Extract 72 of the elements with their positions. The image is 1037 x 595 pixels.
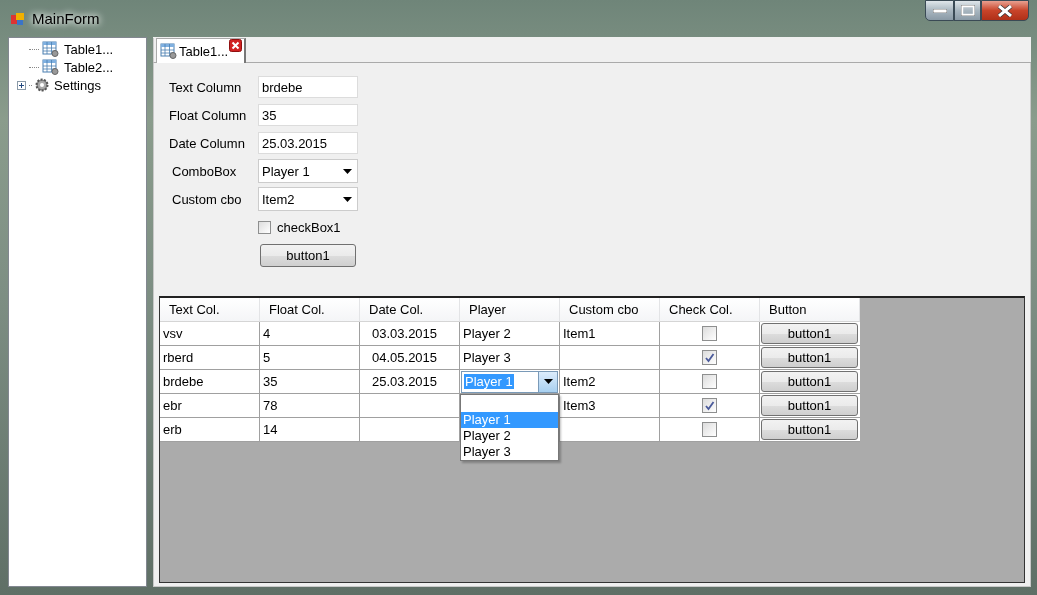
tab[interactable]: Table1... — [156, 38, 247, 63]
close-button[interactable] — [981, 0, 1029, 21]
close-icon[interactable] — [229, 39, 243, 52]
tree-item[interactable]: Table2... — [62, 59, 116, 75]
table-cell: 14 — [263, 422, 278, 437]
table-cell: Player 3 — [463, 350, 511, 365]
dropdown-arrow-icon — [343, 196, 352, 202]
column-header[interactable]: Player — [460, 298, 560, 322]
dropdown-arrow-icon — [343, 168, 352, 174]
button[interactable]: button1 — [761, 395, 858, 416]
table-icon — [160, 43, 177, 59]
table-cell: vsv — [163, 326, 183, 341]
window-title: MainForm — [32, 10, 100, 27]
table-cell: 03.03.2015 — [372, 326, 438, 341]
table-cell: rberd — [163, 350, 194, 365]
maximize-button[interactable] — [954, 0, 981, 21]
input-field[interactable]: 25.03.2015 — [258, 132, 358, 154]
field-label: Custom cbo — [171, 191, 243, 207]
checkbox[interactable] — [702, 422, 717, 437]
column-header[interactable]: Custom cbo — [560, 298, 660, 322]
table-cell: 4 — [263, 326, 271, 341]
combo-box[interactable]: Player 1 — [258, 159, 358, 183]
column-header[interactable]: Check Col. — [660, 298, 760, 322]
table-cell: Player 2 — [463, 326, 511, 341]
checkbox[interactable] — [258, 220, 271, 234]
table-cell: 04.05.2015 — [372, 350, 438, 365]
app-icon — [10, 10, 26, 27]
close-icon — [997, 4, 1013, 17]
table-icon — [42, 59, 59, 75]
tree-item[interactable]: Settings — [52, 77, 103, 93]
column-header[interactable]: Button — [760, 298, 860, 322]
column-header[interactable]: Text Col. — [160, 298, 260, 322]
table-cell: Item1 — [563, 326, 596, 341]
field-label: Date Column — [169, 135, 246, 151]
checkbox-label: checkBox1 — [277, 219, 341, 235]
field-label: Float Column — [169, 107, 248, 123]
table-cell: 78 — [263, 398, 278, 413]
checkbox[interactable] — [702, 374, 717, 389]
button[interactable]: button1 — [761, 371, 858, 392]
checkbox[interactable] — [702, 326, 717, 341]
field-label: Text Column — [169, 79, 243, 95]
dropdown-option[interactable]: Player 2 — [461, 428, 558, 444]
gear-icon — [35, 78, 49, 92]
table-cell: Item3 — [563, 398, 596, 413]
table-icon — [42, 41, 59, 57]
checkbox[interactable] — [702, 350, 717, 365]
dropdown-option[interactable]: Player 3 — [461, 444, 558, 460]
minimize-icon — [932, 8, 947, 13]
button[interactable]: button1 — [260, 243, 356, 267]
maximize-icon — [960, 5, 975, 16]
checkbox[interactable] — [702, 398, 717, 413]
table-cell: Item2 — [563, 374, 596, 389]
tree-item[interactable]: Table1... — [62, 41, 116, 57]
combo-box[interactable]: Item2 — [258, 187, 358, 211]
table-cell: ebr — [163, 398, 182, 413]
dropdown-arrow-icon — [543, 379, 553, 384]
table-cell: 35 — [263, 374, 278, 389]
input-field[interactable]: brdebe — [258, 76, 358, 98]
column-header[interactable]: Float Col. — [260, 298, 360, 322]
table-cell: 5 — [263, 350, 271, 365]
table-cell: 25.03.2015 — [372, 374, 438, 389]
table-cell: brdebe — [163, 374, 204, 389]
column-header[interactable]: Date Col. — [360, 298, 460, 322]
button[interactable]: button1 — [761, 323, 858, 344]
dropdown-button[interactable] — [538, 371, 557, 392]
input-field[interactable]: 35 — [258, 104, 358, 126]
field-label: ComboBox — [171, 163, 238, 179]
button[interactable]: button1 — [761, 419, 858, 440]
minimize-button[interactable] — [925, 0, 954, 21]
button[interactable]: button1 — [761, 347, 858, 368]
table-cell: erb — [163, 422, 182, 437]
expand-icon[interactable] — [17, 80, 26, 90]
